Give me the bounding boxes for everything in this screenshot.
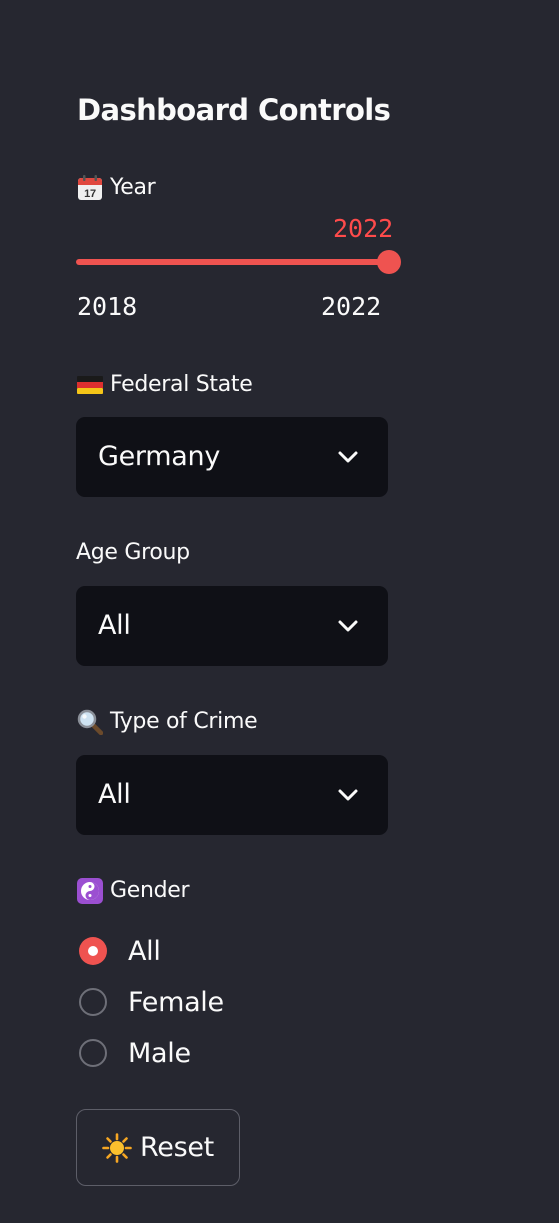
chevron-down-icon — [338, 451, 358, 463]
year-slider-max: 2022 — [321, 292, 382, 321]
sidebar-title: Dashboard Controls — [77, 93, 391, 127]
crime-type-label: Type of Crime — [110, 709, 258, 734]
radio-button[interactable] — [79, 988, 107, 1016]
calendar-icon: 17 — [76, 174, 104, 202]
svg-text:17: 17 — [84, 188, 96, 200]
sun-icon — [102, 1132, 132, 1163]
year-slider-value: 2022 — [333, 214, 394, 243]
year-slider-track[interactable] — [76, 259, 389, 265]
year-slider-thumb[interactable] — [377, 250, 401, 274]
chevron-down-icon — [338, 789, 358, 801]
year-label: Year — [110, 175, 156, 200]
age-group-select[interactable]: All — [76, 586, 388, 666]
year-label-row: 17 Year — [76, 172, 156, 204]
radio-button[interactable] — [79, 1039, 107, 1067]
federal-state-label: Federal State — [110, 372, 253, 397]
chevron-down-icon — [338, 620, 358, 632]
gender-option-female[interactable]: Female — [79, 984, 224, 1020]
gender-option-label: All — [128, 935, 161, 967]
reset-button[interactable]: Reset — [76, 1109, 240, 1186]
magnifying-glass-icon — [76, 708, 104, 736]
age-group-label-row: Age Group — [76, 537, 190, 569]
gender-option-label: Female — [128, 986, 224, 1018]
federal-state-selected-value: Germany — [98, 441, 220, 472]
sidebar: Dashboard Controls 17 Year 2022 2018 202… — [0, 0, 559, 1223]
federal-state-select[interactable]: Germany — [76, 417, 388, 497]
age-group-label: Age Group — [76, 540, 190, 565]
year-slider-min: 2018 — [77, 292, 138, 321]
gender-label: Gender — [110, 878, 190, 903]
gender-option-male[interactable]: Male — [79, 1035, 191, 1071]
gender-option-label: Male — [128, 1037, 191, 1069]
crime-type-select[interactable]: All — [76, 755, 388, 835]
age-group-selected-value: All — [98, 610, 131, 641]
federal-state-label-row: Federal State — [76, 369, 253, 401]
gender-option-all[interactable]: All — [79, 933, 161, 969]
reset-button-label: Reset — [140, 1132, 214, 1163]
gender-label-row: Gender — [76, 875, 190, 907]
crime-type-selected-value: All — [98, 779, 131, 810]
germany-flag-icon — [76, 371, 104, 399]
yin-yang-icon — [76, 877, 104, 905]
radio-button-checked[interactable] — [79, 937, 107, 965]
crime-type-label-row: Type of Crime — [76, 706, 258, 738]
